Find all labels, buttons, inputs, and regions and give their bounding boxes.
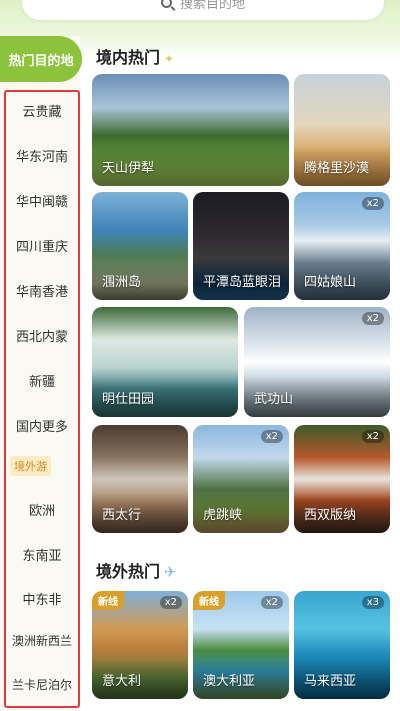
new-route-tag: 新线 bbox=[193, 591, 225, 610]
destination-card[interactable]: 西太行 bbox=[92, 425, 188, 533]
photo-count-badge: x2 bbox=[361, 197, 384, 210]
card-label: 涠洲岛 bbox=[102, 275, 142, 290]
card-label: 马来西亚 bbox=[304, 674, 357, 689]
photo-count-badge: x2 bbox=[159, 596, 182, 609]
destination-card[interactable]: x3 马来西亚 bbox=[294, 591, 390, 699]
card-label: 西太行 bbox=[102, 508, 142, 523]
destination-card[interactable]: 新线 x2 意大利 bbox=[92, 591, 188, 699]
search-bar[interactable]: 搜索目的地 bbox=[22, 0, 384, 20]
card-label: 虎跳峡 bbox=[203, 508, 243, 523]
destination-card[interactable]: 明仕田园 bbox=[92, 307, 238, 417]
photo-count-badge: x2 bbox=[260, 596, 283, 609]
sidebar-item[interactable]: 新疆 bbox=[6, 371, 78, 390]
sidebar-item[interactable]: 国内更多 bbox=[6, 416, 78, 435]
airplane-icon: ✈ bbox=[164, 563, 177, 581]
section-title-abroad: 境外热门 ✈ bbox=[96, 558, 177, 582]
sidebar-item[interactable]: 四川重庆 bbox=[6, 236, 78, 255]
sidebar-item[interactable]: 兰卡尼泊尔 bbox=[6, 676, 78, 693]
destination-card[interactable]: x2 西双版纳 bbox=[294, 425, 390, 533]
section-title-domestic: 境内热门 ✦ bbox=[96, 44, 174, 68]
card-label: 澳大利亚 bbox=[203, 674, 256, 689]
sidebar-item[interactable]: 华南香港 bbox=[6, 281, 78, 300]
card-label: 意大利 bbox=[102, 674, 142, 689]
sidebar-header[interactable]: 热门目的地 bbox=[0, 36, 82, 82]
destination-card[interactable]: 天山伊犁 bbox=[92, 74, 289, 186]
sidebar-item[interactable]: 澳洲新西兰 bbox=[6, 632, 78, 649]
photo-count-badge: x3 bbox=[361, 596, 384, 609]
destination-sidebar: 热门目的地 云贵藏 华东河南 华中闽赣 四川重庆 华南香港 西北内蒙 新疆 国内… bbox=[0, 36, 82, 711]
card-label: 西双版纳 bbox=[304, 508, 357, 523]
search-icon bbox=[160, 0, 172, 8]
card-label: 腾格里沙漠 bbox=[304, 161, 370, 176]
destination-card[interactable]: 平潭岛蓝眼泪 bbox=[193, 192, 289, 300]
photo-count-badge: x2 bbox=[361, 312, 384, 325]
sidebar-item[interactable]: 西北内蒙 bbox=[6, 326, 78, 345]
destination-card[interactable]: 涠洲岛 bbox=[92, 192, 188, 300]
sidebar-section-label: 境外游 bbox=[10, 456, 51, 476]
card-label: 四姑娘山 bbox=[304, 275, 357, 290]
sidebar-item[interactable]: 华东河南 bbox=[6, 146, 78, 165]
destination-card[interactable]: 腾格里沙漠 bbox=[294, 74, 390, 186]
destination-card[interactable]: 新线 x2 澳大利亚 bbox=[193, 591, 289, 699]
sidebar-item[interactable]: 欧洲 bbox=[6, 500, 78, 519]
sidebar-item[interactable]: 中东非 bbox=[6, 589, 78, 608]
sidebar-list: 云贵藏 华东河南 华中闽赣 四川重庆 华南香港 西北内蒙 新疆 国内更多 境外游… bbox=[4, 90, 80, 708]
card-label: 天山伊犁 bbox=[102, 161, 155, 176]
card-label: 明仕田园 bbox=[102, 392, 155, 407]
sidebar-item[interactable]: 华中闽赣 bbox=[6, 191, 78, 210]
section-title-text: 境内热门 bbox=[96, 48, 161, 67]
sidebar-item[interactable]: 云贵藏 bbox=[6, 101, 78, 120]
destination-card[interactable]: x2 虎跳峡 bbox=[193, 425, 289, 533]
sparkle-icon: ✦ bbox=[164, 52, 175, 66]
section-title-text: 境外热门 bbox=[96, 562, 161, 581]
new-route-tag: 新线 bbox=[92, 591, 124, 610]
sidebar-item[interactable]: 东南亚 bbox=[6, 545, 78, 564]
photo-count-badge: x2 bbox=[260, 430, 283, 443]
photo-count-badge: x2 bbox=[361, 430, 384, 443]
card-label: 武功山 bbox=[254, 392, 294, 407]
destination-card[interactable]: x2 武功山 bbox=[244, 307, 390, 417]
destination-card[interactable]: x2 四姑娘山 bbox=[294, 192, 390, 300]
card-label: 平潭岛蓝眼泪 bbox=[203, 275, 282, 290]
search-placeholder: 搜索目的地 bbox=[179, 0, 245, 12]
